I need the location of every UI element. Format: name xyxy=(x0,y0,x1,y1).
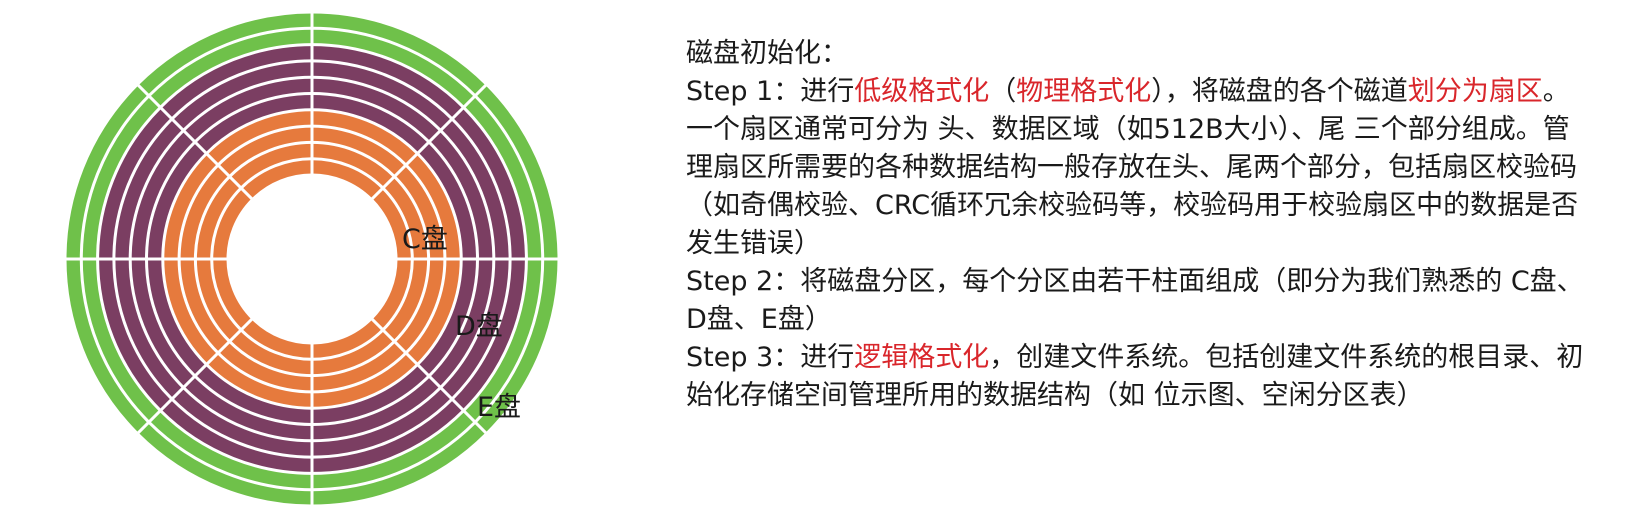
partition-label-c: C盘 xyxy=(402,224,448,255)
logical-format-term: 逻辑格式化 xyxy=(854,342,990,373)
step-1-mid: ），将磁盘的各个磁道 xyxy=(1151,76,1408,107)
heading: 磁盘初始化： xyxy=(686,38,848,69)
step-1: Step 1：进行低级格式化（物理格式化），将磁盘的各个磁道划分为扇区。一个扇区… xyxy=(686,73,1586,263)
physical-format-term: 物理格式化 xyxy=(1016,76,1152,107)
divide-sectors-term: 划分为扇区 xyxy=(1407,76,1543,107)
partition-label-d: D盘 xyxy=(455,311,503,342)
step-2: Step 2：将磁盘分区，每个分区由若干柱面组成（即分为我们熟悉的 C盘、D盘、… xyxy=(686,266,1584,335)
disk-diagram: C盘 D盘 E盘 xyxy=(0,0,620,518)
spindle-hole xyxy=(226,173,398,345)
partition-label-e: E盘 xyxy=(477,392,522,423)
step-3-prefix: Step 3：进行 xyxy=(686,342,855,373)
disk-platter xyxy=(63,10,561,508)
step-1-paren-open: （ xyxy=(989,76,1017,107)
step-3: Step 3：进行逻辑格式化，创建文件系统。包括创建文件系统的根目录、初始化存储… xyxy=(686,339,1586,415)
description-panel: 磁盘初始化： Step 1：进行低级格式化（物理格式化），将磁盘的各个磁道划分为… xyxy=(686,35,1586,415)
step-1-prefix: Step 1：进行 xyxy=(686,76,855,107)
low-level-format-term: 低级格式化 xyxy=(854,76,990,107)
